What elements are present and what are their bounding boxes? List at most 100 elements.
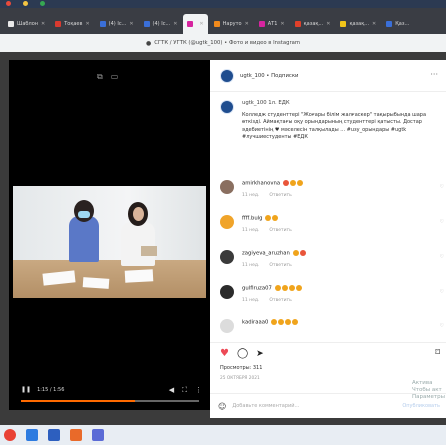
comment-time: 11 нед. [242, 192, 260, 198]
video-frame [13, 186, 206, 298]
close-icon[interactable]: ✕ [372, 21, 376, 27]
add-comment-bar: ☺ Добавьте комментарий... Опубликовать [210, 393, 446, 418]
avatar[interactable] [220, 68, 234, 83]
comment-item: amirkhanovna 11 нед. Ответить ♡ [220, 180, 446, 198]
post-caption: ugtk_100 1л. ЕДК Колледж студенттері "Жо… [220, 100, 442, 142]
lock-icon: ● [145, 39, 152, 47]
green-dot-icon [39, 1, 45, 6]
comment-time: 11 нед. [242, 297, 260, 303]
page-url: СГТК / УГТК (@ugtk_100) • Фото и видео в… [154, 40, 301, 46]
comment-user[interactable]: gulfiruza07 [242, 286, 272, 292]
avatar[interactable] [220, 250, 234, 264]
post-header: ugtk_100 • Подписки ··· [210, 60, 446, 92]
browser-tab[interactable]: (4) Іс... ✕ [96, 14, 138, 34]
volume-icon[interactable]: ◀ [169, 386, 174, 395]
close-icon[interactable]: ✕ [173, 21, 177, 27]
browser-tab[interactable]: АТ1 ✕ [255, 14, 289, 34]
reply-link[interactable]: Ответить [269, 263, 291, 268]
heart-icon[interactable]: ♥ [220, 348, 229, 359]
comment-item: ffff.bulg 11 нед. Ответить ♡ [220, 215, 446, 233]
fullscreen-icon[interactable]: ⛶ [182, 386, 187, 395]
windows-activation-watermark: Актива Чтобы акт Параметры [412, 380, 445, 400]
pause-icon[interactable]: ❚❚ [21, 386, 31, 393]
like-comment-icon[interactable]: ♡ [440, 323, 444, 329]
comment-item: zagiyeva_aruzhan 11 нед. Ответить ♡ [220, 250, 446, 268]
post-header-user[interactable]: ugtk_100 • Подписки [240, 73, 298, 79]
close-icon[interactable]: ✕ [199, 21, 203, 27]
app-icon[interactable] [70, 429, 82, 441]
doc-icon [8, 21, 14, 27]
video-player[interactable]: ⧉ ▭ ❚❚ 1:15 / 1:56 ◀ ⛶ ⋮ [9, 60, 210, 410]
address-bar[interactable]: ● СГТК / УГТК (@ugtk_100) • Фото и видео… [0, 34, 446, 52]
comment-user[interactable]: kadiraaa0 [242, 320, 268, 326]
video-progress-fill [21, 400, 135, 402]
share-icon[interactable]: ➤ [256, 349, 264, 359]
caption-user[interactable]: ugtk_100 1л. ЕДК [242, 100, 442, 106]
reply-link[interactable]: Ответить [269, 193, 291, 198]
cast-icon[interactable]: ▭ [111, 72, 119, 82]
instagram-icon [187, 21, 194, 27]
yellow-dot-icon [22, 1, 28, 6]
avatar[interactable] [220, 285, 234, 299]
site-icon [386, 21, 393, 27]
browser-tab[interactable]: Шаблон ✕ [4, 14, 49, 34]
comment-user[interactable]: ffff.bulg [242, 216, 263, 222]
close-icon[interactable]: ✕ [326, 21, 330, 27]
views-count: Просмотры: 311 [220, 365, 263, 371]
close-icon[interactable]: ✕ [85, 21, 89, 27]
caption-text: Колледж студенттері "Жоғары білім жалғас… [242, 112, 427, 141]
like-comment-icon[interactable]: ♡ [440, 219, 444, 225]
site-icon [143, 21, 150, 27]
browser-tab[interactable]: қазақ... ✕ [336, 14, 380, 34]
browser-tab[interactable]: (4) Іс... ✕ [140, 14, 182, 34]
publish-button[interactable]: Опубликовать [402, 403, 440, 409]
emoji-icon[interactable]: ☺ [218, 402, 226, 411]
video-time: 1:15 / 1:56 [37, 386, 65, 393]
bookmark-icon[interactable]: ⌑ [435, 348, 440, 358]
browser-tab-active[interactable]: ✕ [183, 14, 208, 34]
youtube-icon [294, 21, 301, 27]
comment-item: kadiraaa0 ♡ [220, 319, 446, 333]
site-icon [340, 21, 347, 27]
video-progress-bar[interactable] [21, 400, 199, 402]
video-controls: ❚❚ 1:15 / 1:56 ◀ ⛶ ⋮ [9, 376, 210, 410]
avatar[interactable] [220, 100, 234, 114]
more-options-icon[interactable]: ··· [430, 70, 438, 79]
instagram-icon [258, 21, 265, 27]
like-comment-icon[interactable]: ♡ [440, 289, 444, 295]
avatar[interactable] [220, 215, 234, 229]
comment-user[interactable]: amirkhanovna [242, 181, 280, 187]
post-date: 25 ОКТЯБРЯ 2021 [220, 376, 260, 381]
browser-tab[interactable]: Қаз... [382, 14, 413, 34]
avatar[interactable] [220, 180, 234, 194]
reply-link[interactable]: Ответить [269, 298, 291, 303]
close-icon[interactable]: ✕ [245, 21, 249, 27]
comment-item: gulfiruza07 11 нед. Ответить ♡ [220, 285, 446, 303]
close-icon[interactable]: ✕ [280, 21, 284, 27]
like-comment-icon[interactable]: ♡ [440, 184, 444, 190]
comment-user[interactable]: zagiyeva_aruzhan [242, 251, 290, 257]
site-icon [99, 21, 106, 27]
close-icon[interactable]: ✕ [41, 21, 45, 27]
app-icon[interactable] [92, 429, 104, 441]
comment-icon[interactable]: ◯ [237, 348, 248, 359]
like-comment-icon[interactable]: ♡ [440, 254, 444, 260]
close-icon[interactable]: ✕ [129, 21, 133, 27]
browser-tab[interactable]: Наруто ✕ [210, 14, 253, 34]
taskbar [0, 425, 446, 445]
reply-link[interactable]: Ответить [269, 228, 291, 233]
word-icon[interactable] [48, 429, 60, 441]
browser-tab[interactable]: Тоқаев ✕ [51, 14, 93, 34]
browser-tab[interactable]: қазақ... ✕ [291, 14, 335, 34]
add-comment-input[interactable]: Добавьте комментарий... [232, 403, 299, 409]
picture-in-picture-icon[interactable]: ⧉ [97, 72, 103, 82]
red-dot-icon [6, 1, 11, 6]
yandex-icon[interactable] [4, 429, 16, 441]
post-panel: ugtk_100 • Подписки ··· ugtk_100 1л. ЕДК… [210, 60, 446, 418]
comment-time: 11 нед. [242, 262, 260, 268]
news-icon [55, 21, 62, 27]
more-icon[interactable]: ⋮ [195, 386, 202, 395]
file-explorer-icon[interactable] [26, 429, 38, 441]
post-actions: ♥ ◯ ➤ ⌑ [210, 342, 446, 364]
avatar[interactable] [220, 319, 234, 333]
